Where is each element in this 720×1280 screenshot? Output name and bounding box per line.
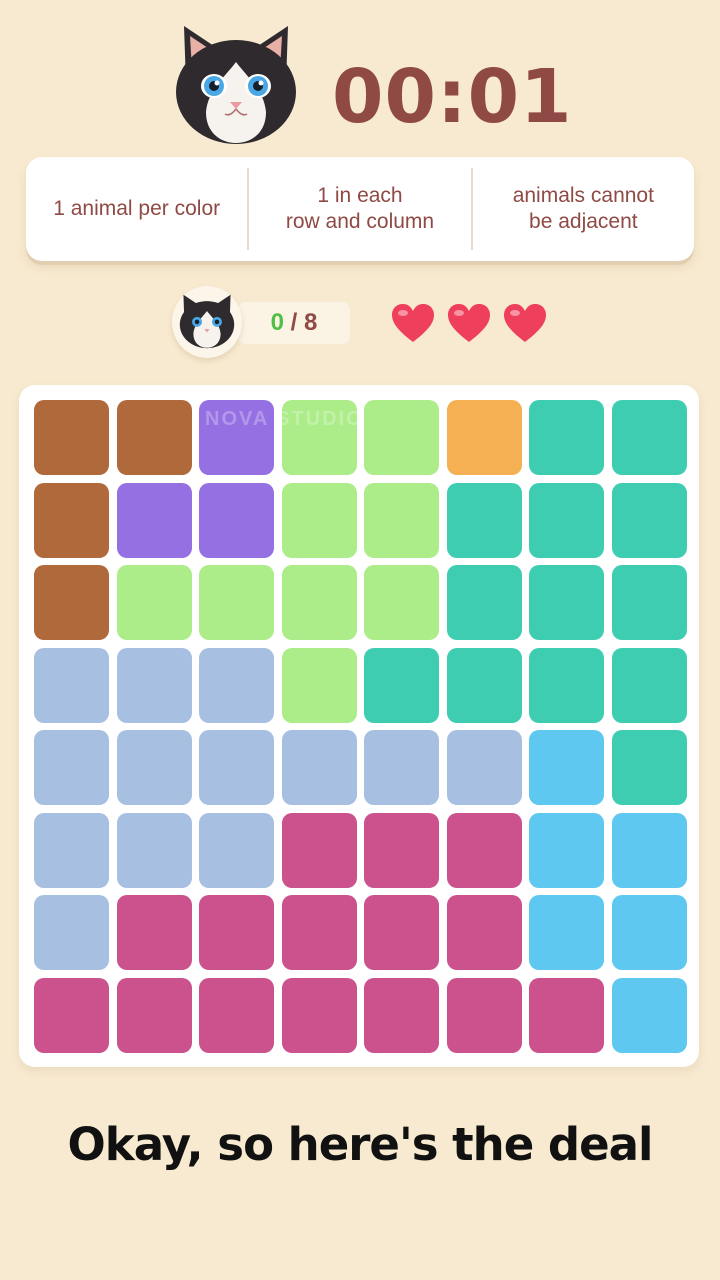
- heart-icon: [392, 304, 434, 342]
- progress-total: 8: [304, 309, 318, 336]
- board-cell[interactable]: [34, 895, 109, 970]
- board-cell[interactable]: [281, 812, 357, 888]
- board-cell[interactable]: [446, 895, 522, 970]
- puzzle-board: [19, 385, 699, 1067]
- board-cell[interactable]: [446, 482, 522, 558]
- heart-icon: [504, 304, 546, 342]
- board-cell[interactable]: [34, 977, 109, 1053]
- board-cell[interactable]: [116, 812, 192, 888]
- board-cell[interactable]: [199, 730, 274, 805]
- board-cell[interactable]: [199, 977, 274, 1053]
- board-cell[interactable]: [116, 400, 192, 475]
- board-cell[interactable]: [281, 482, 357, 558]
- board-cell[interactable]: [446, 977, 522, 1053]
- board-cell[interactable]: [529, 977, 604, 1053]
- board-cell[interactable]: [364, 812, 439, 888]
- rules-panel: 1 animal per color 1 in each row and col…: [26, 157, 694, 261]
- board-cell[interactable]: [529, 812, 604, 888]
- board-cell[interactable]: [116, 482, 192, 558]
- board-cell[interactable]: [611, 565, 687, 640]
- board-cell[interactable]: [281, 895, 357, 970]
- board-cell[interactable]: [529, 400, 604, 475]
- board-cell[interactable]: [281, 565, 357, 640]
- cat-counter-avatar: [172, 286, 242, 358]
- board-cell[interactable]: [34, 482, 109, 558]
- subtitle-caption: Okay, so here's the deal: [67, 1118, 654, 1171]
- board-cell[interactable]: [446, 565, 522, 640]
- board-cell[interactable]: [199, 565, 274, 640]
- watermark: NOVA STUDIO: [205, 408, 364, 430]
- board-cell[interactable]: [116, 730, 192, 805]
- board-cell[interactable]: [446, 730, 522, 805]
- board-cell[interactable]: [34, 647, 109, 723]
- board-cell[interactable]: [364, 647, 439, 723]
- board-cell[interactable]: [529, 647, 604, 723]
- board-cell[interactable]: [611, 730, 687, 805]
- board-cell[interactable]: [364, 482, 439, 558]
- board-cell[interactable]: [116, 647, 192, 723]
- progress-separator: /: [283, 309, 304, 336]
- board-cell[interactable]: [529, 895, 604, 970]
- board-cell[interactable]: [281, 730, 357, 805]
- board-cell[interactable]: [529, 730, 604, 805]
- board-cell[interactable]: [529, 565, 604, 640]
- board-cell[interactable]: [364, 565, 439, 640]
- board-cell[interactable]: [116, 977, 192, 1053]
- progress-counter: 0 / 8: [238, 302, 350, 344]
- board-cell[interactable]: [446, 400, 522, 475]
- board-cell[interactable]: [611, 812, 687, 888]
- board-cell[interactable]: [364, 730, 439, 805]
- board-cell[interactable]: [199, 647, 274, 723]
- board-cell[interactable]: [364, 400, 439, 475]
- cat-avatar-icon: [179, 294, 235, 349]
- board-cell[interactable]: [199, 812, 274, 888]
- board-cell[interactable]: [281, 977, 357, 1053]
- heart-icon: [448, 304, 490, 342]
- board-cell[interactable]: [34, 812, 109, 888]
- board-cell[interactable]: [116, 565, 192, 640]
- board-cell[interactable]: [446, 812, 522, 888]
- board-cell[interactable]: [199, 895, 274, 970]
- timer: 00:01: [332, 54, 573, 140]
- progress-current: 0: [270, 309, 284, 336]
- board-cell[interactable]: [199, 482, 274, 558]
- board-cell[interactable]: [364, 895, 439, 970]
- board-cell[interactable]: [611, 977, 687, 1053]
- board-cell[interactable]: [281, 647, 357, 723]
- board-cell[interactable]: [34, 400, 109, 475]
- board-cell[interactable]: [34, 565, 109, 640]
- rule-not-adjacent: animals cannot be adjacent: [512, 184, 654, 233]
- cat-mascot-icon: [176, 26, 296, 144]
- rule-row-column: 1 in each row and column: [285, 184, 435, 233]
- board-cell[interactable]: [364, 977, 439, 1053]
- board-cell[interactable]: [116, 895, 192, 970]
- board-cell[interactable]: [611, 895, 687, 970]
- board-cell[interactable]: [611, 482, 687, 558]
- board-cell[interactable]: [611, 400, 687, 475]
- lives-hearts: [390, 302, 548, 344]
- board-cell[interactable]: [34, 730, 109, 805]
- rule-one-per-color: 1 animal per color: [53, 197, 221, 220]
- board-cell[interactable]: [446, 647, 522, 723]
- board-cell[interactable]: [529, 482, 604, 558]
- board-cell[interactable]: [611, 647, 687, 723]
